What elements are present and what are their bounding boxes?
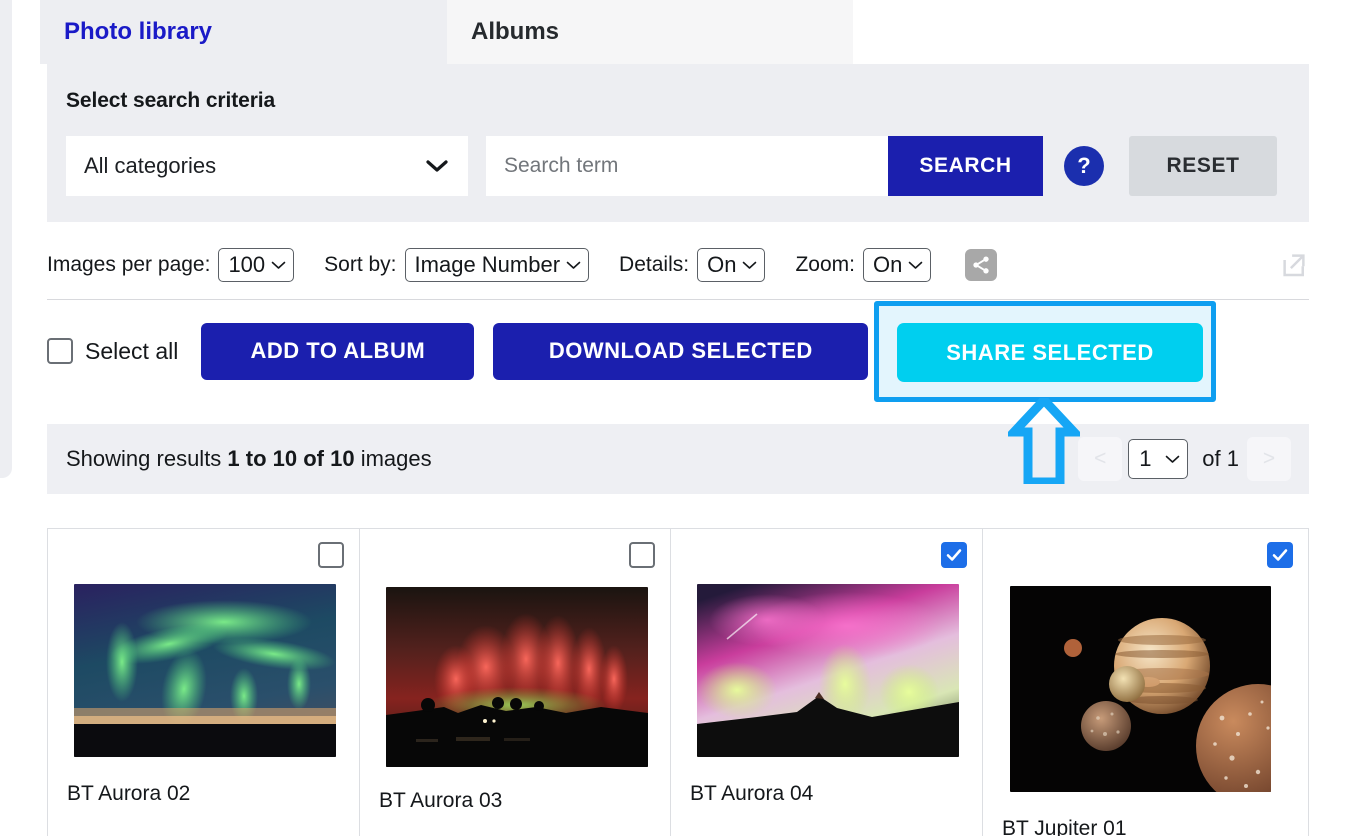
details-value: On (707, 252, 737, 277)
grid-item[interactable]: BT Aurora 03 (359, 528, 671, 836)
tab-bar: Photo library Albums (40, 0, 1310, 64)
grid-item[interactable]: BT Jupiter 01 (982, 528, 1309, 836)
left-panel-rail (0, 0, 12, 478)
pointer-arrow-icon (1008, 398, 1080, 484)
help-icon[interactable]: ? (1064, 146, 1104, 186)
help-icon-glyph: ? (1077, 153, 1091, 178)
results-range: 1 to 10 of 10 (227, 446, 355, 471)
item-checkbox[interactable] (941, 542, 967, 568)
item-title: BT Aurora 04 (690, 782, 814, 805)
pagination: < 1 of 1 > (1078, 437, 1291, 481)
select-all-label: Select all (85, 337, 179, 364)
download-selected-label: DOWNLOAD SELECTED (548, 338, 813, 363)
share-selected-label: SHARE SELECTED (946, 339, 1154, 365)
share-selected-highlight: SHARE SELECTED (874, 301, 1216, 402)
images-per-page-value: 100 (228, 252, 266, 277)
prev-page-glyph: < (1094, 447, 1107, 470)
page-select[interactable]: 1 (1128, 439, 1189, 479)
item-checkbox[interactable] (318, 542, 344, 568)
tab-photo-library-label: Photo library (64, 18, 213, 45)
results-suffix: images (354, 446, 432, 471)
chevron-down-icon (909, 261, 923, 269)
category-select-value: All categories (84, 153, 217, 178)
options-bar: Images per page: 100 Sort by: Image Numb… (47, 240, 1309, 290)
tab-photo-library[interactable]: Photo library (40, 0, 447, 64)
thumbnail-jupiter (1010, 586, 1271, 792)
add-to-album-label: ADD TO ALBUM (250, 338, 426, 363)
thumbnail-aurora-green (74, 584, 336, 757)
external-link-icon[interactable] (1279, 250, 1309, 280)
category-select[interactable]: All categories (66, 136, 468, 196)
check-icon (1272, 549, 1288, 561)
tab-albums[interactable]: Albums (447, 0, 853, 64)
next-page-button[interactable]: > (1247, 437, 1291, 481)
chevron-down-icon (743, 261, 757, 269)
search-criteria-row: All categories Search term SEARCH ? RESE… (66, 136, 1277, 196)
chevron-down-icon (426, 160, 448, 172)
results-bar: Showing results 1 to 10 of 10 images < 1… (47, 424, 1309, 494)
item-title: BT Aurora 02 (67, 782, 191, 805)
next-page-glyph: > (1262, 447, 1276, 470)
share-selected-button[interactable]: SHARE SELECTED (897, 323, 1203, 382)
sort-by-label: Sort by: (324, 253, 397, 276)
image-grid: BT Aurora 02 BT Aurora 03 BT Aurora 04 B… (47, 528, 1309, 836)
search-input[interactable]: Search term (486, 136, 888, 196)
sort-by-select[interactable]: Image Number (404, 248, 590, 282)
item-checkbox[interactable] (1267, 542, 1293, 568)
page-select-value: 1 (1139, 446, 1152, 471)
grid-item[interactable]: BT Aurora 04 (670, 528, 983, 836)
search-input-placeholder: Search term (504, 154, 619, 177)
search-criteria-panel: Select search criteria All categories Se… (47, 64, 1309, 222)
details-select[interactable]: On (697, 248, 766, 282)
details-label: Details: (619, 253, 690, 276)
select-all-checkbox[interactable] (47, 338, 73, 364)
tab-albums-label: Albums (471, 18, 560, 45)
photo-library-page: Photo library Albums Select search crite… (0, 0, 1349, 836)
results-summary: Showing results 1 to 10 of 10 images (66, 446, 432, 472)
reset-button[interactable]: RESET (1129, 136, 1277, 196)
thumbnail-aurora-pink (697, 584, 959, 757)
zoom-select[interactable]: On (862, 248, 932, 282)
chevron-down-icon (566, 261, 581, 269)
download-selected-button[interactable]: DOWNLOAD SELECTED (493, 322, 869, 380)
thumbnail-aurora-red (386, 587, 648, 767)
search-button-label: SEARCH (919, 154, 1012, 177)
zoom-value: On (872, 252, 903, 277)
chevron-down-icon (271, 261, 286, 269)
chevron-down-icon (1165, 455, 1180, 463)
images-per-page-select[interactable]: 100 (218, 248, 295, 282)
search-button[interactable]: SEARCH (888, 136, 1043, 196)
add-to-album-button[interactable]: ADD TO ALBUM (201, 322, 475, 380)
search-criteria-title: Select search criteria (66, 89, 276, 112)
share-glyph (973, 256, 989, 274)
grid-item[interactable]: BT Aurora 02 (47, 528, 360, 836)
sort-by-value: Image Number (414, 252, 561, 277)
item-title: BT Aurora 03 (379, 789, 503, 812)
options-divider (47, 299, 1309, 300)
page-total-label: of 1 (1202, 446, 1239, 471)
reset-button-label: RESET (1166, 154, 1240, 177)
zoom-label: Zoom: (795, 253, 855, 276)
results-prefix: Showing results (66, 446, 228, 471)
share-icon[interactable] (965, 249, 998, 281)
item-checkbox[interactable] (629, 542, 655, 568)
item-title: BT Jupiter 01 (1002, 817, 1127, 836)
prev-page-button[interactable]: < (1078, 437, 1123, 481)
check-icon (946, 549, 962, 561)
images-per-page-label: Images per page: (47, 253, 211, 276)
